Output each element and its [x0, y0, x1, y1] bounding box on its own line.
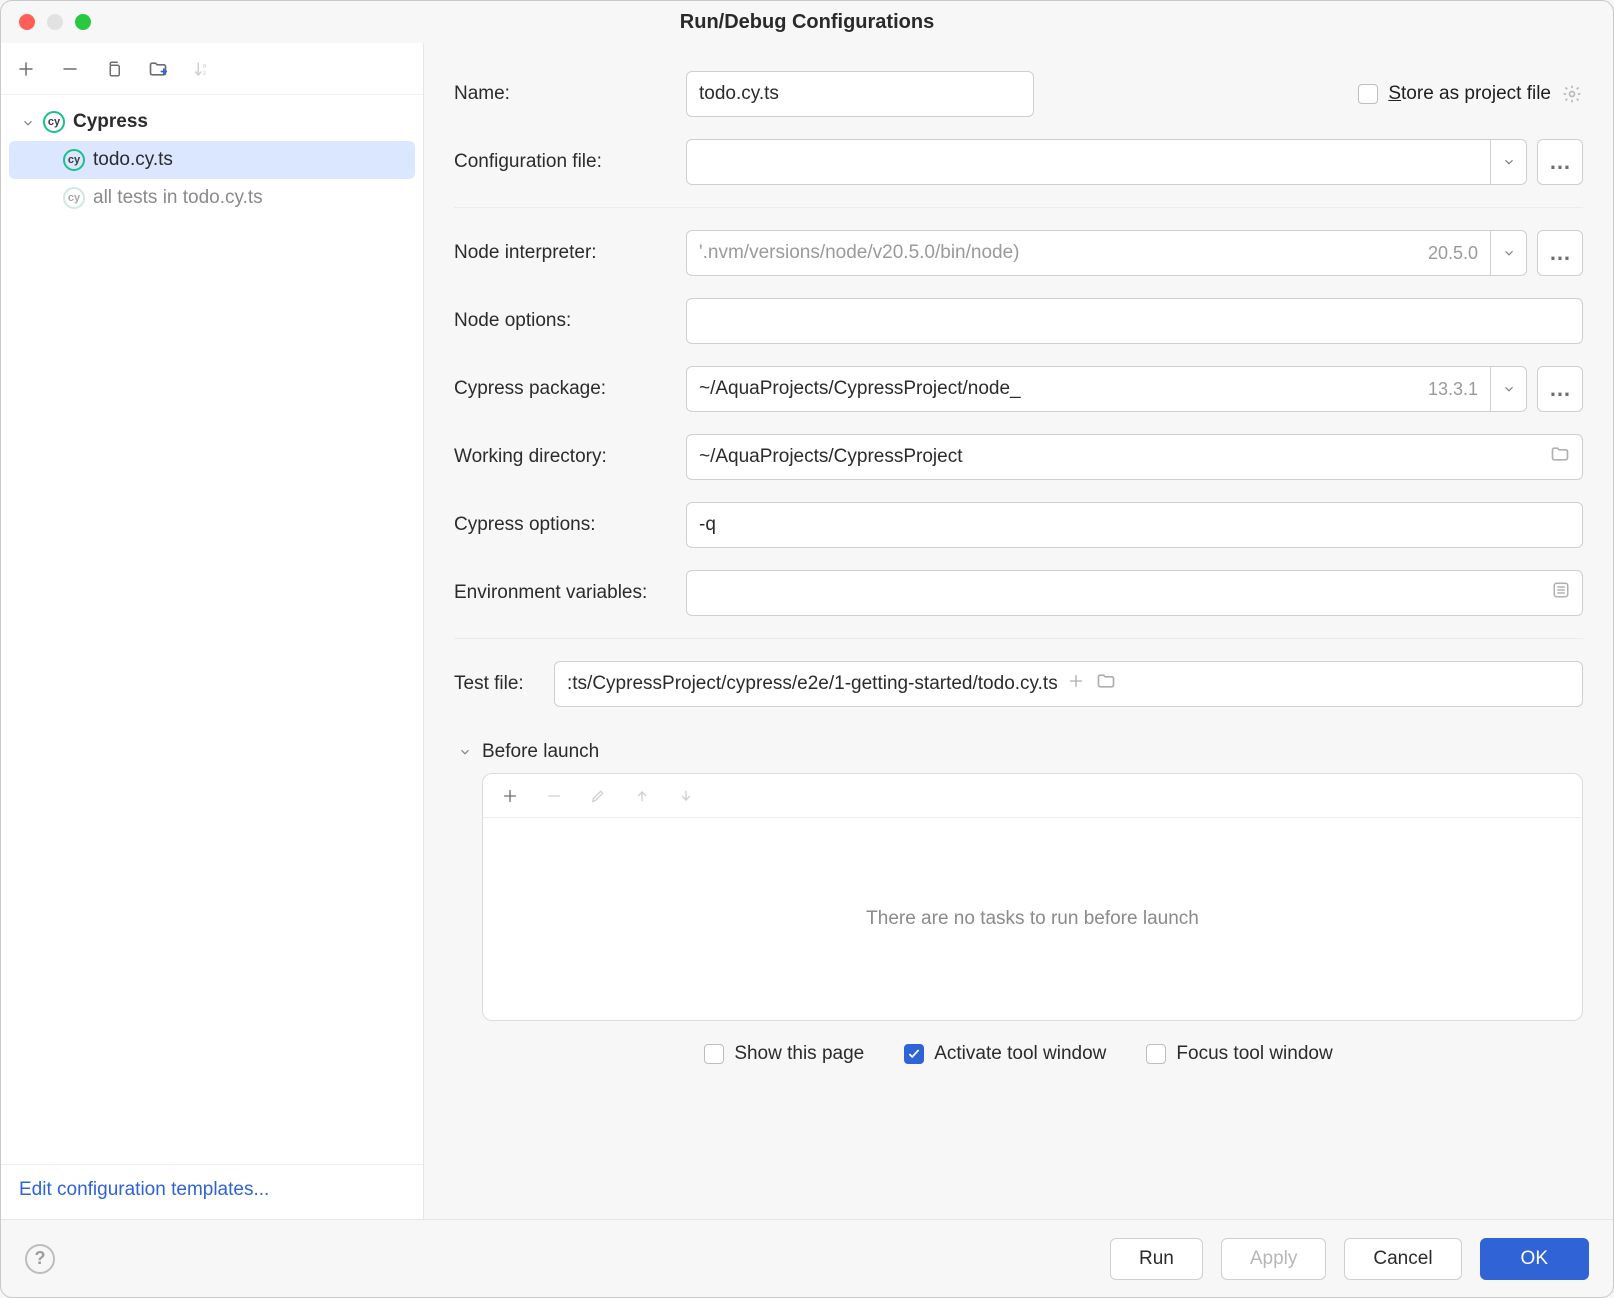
cypress-package-select[interactable]: ~/AquaProjects/CypressProject/node_ 13.3…	[686, 366, 1491, 412]
before-launch-add-button[interactable]	[499, 785, 521, 807]
activate-tool-window-label: Activate tool window	[934, 1043, 1106, 1065]
focus-tool-window-checkbox[interactable]	[1146, 1044, 1166, 1064]
test-file-input[interactable]: :ts/CypressProject/cypress/e2e/1-getting…	[554, 661, 1583, 707]
before-launch-empty-text: There are no tasks to run before launch	[483, 818, 1582, 1020]
cypress-icon: cy	[43, 111, 65, 133]
activate-tool-window-checkbox[interactable]	[904, 1044, 924, 1064]
cypress-package-value: ~/AquaProjects/CypressProject/node_	[699, 378, 1416, 400]
plus-icon[interactable]	[1068, 673, 1084, 695]
svg-text:a: a	[203, 62, 207, 69]
before-launch-label: Before launch	[482, 741, 599, 763]
folder-icon[interactable]	[1550, 444, 1570, 470]
node-interpreter-version: 20.5.0	[1416, 243, 1478, 264]
node-interpreter-select[interactable]: '.nvm/versions/node/v20.5.0/bin/node) 20…	[686, 230, 1491, 276]
node-options-label: Node options:	[454, 310, 686, 332]
working-directory-value: ~/AquaProjects/CypressProject	[699, 446, 962, 468]
apply-button[interactable]: Apply	[1221, 1238, 1327, 1280]
cypress-package-dropdown-button[interactable]	[1491, 366, 1527, 412]
before-launch-up-button[interactable]	[631, 785, 653, 807]
before-launch-down-button[interactable]	[675, 785, 697, 807]
cypress-package-version: 13.3.1	[1416, 379, 1478, 400]
chevron-down-icon	[21, 114, 37, 130]
folder-icon[interactable]	[1096, 671, 1116, 697]
tree-label: todo.cy.ts	[93, 149, 173, 171]
divider	[454, 638, 1583, 639]
env-vars-label: Environment variables:	[454, 582, 686, 604]
config-tree[interactable]: cy Cypress cy todo.cy.ts cy all tests in…	[1, 95, 423, 1164]
test-file-label: Test file:	[454, 673, 554, 695]
cypress-package-label: Cypress package:	[454, 378, 686, 400]
config-file-input[interactable]	[686, 139, 1491, 185]
tree-label: all tests in todo.cy.ts	[93, 187, 263, 209]
cypress-options-label: Cypress options:	[454, 514, 686, 536]
env-vars-input[interactable]	[686, 570, 1583, 616]
test-file-value: :ts/CypressProject/cypress/e2e/1-getting…	[567, 673, 1058, 695]
remove-config-button[interactable]	[59, 58, 81, 80]
add-config-button[interactable]	[15, 58, 37, 80]
before-launch-remove-button[interactable]	[543, 785, 565, 807]
show-this-page-option[interactable]: Show this page	[704, 1043, 864, 1065]
config-file-label: Configuration file:	[454, 151, 686, 173]
config-file-dropdown-button[interactable]	[1491, 139, 1527, 185]
show-this-page-label: Show this page	[734, 1043, 864, 1065]
show-this-page-checkbox[interactable]	[704, 1044, 724, 1064]
focus-tool-window-option[interactable]: Focus tool window	[1146, 1043, 1332, 1065]
cypress-icon: cy	[63, 149, 85, 171]
cypress-options-input[interactable]: -q	[686, 502, 1583, 548]
cypress-icon: cy	[63, 187, 85, 209]
ok-button[interactable]: OK	[1480, 1238, 1589, 1280]
store-as-project-checkbox[interactable]	[1358, 84, 1378, 104]
tree-node-todo[interactable]: cy todo.cy.ts	[9, 141, 415, 179]
tree-node-alltests[interactable]: cy all tests in todo.cy.ts	[1, 179, 423, 217]
tree-label: Cypress	[73, 111, 148, 133]
working-directory-input[interactable]: ~/AquaProjects/CypressProject	[686, 434, 1583, 480]
node-options-input[interactable]	[686, 298, 1583, 344]
focus-tool-window-label: Focus tool window	[1176, 1043, 1332, 1065]
tree-node-cypress[interactable]: cy Cypress	[1, 103, 423, 141]
name-input[interactable]: todo.cy.ts	[686, 71, 1034, 117]
cancel-button[interactable]: Cancel	[1344, 1238, 1461, 1280]
store-as-project-label: Store as project file	[1388, 83, 1551, 105]
name-label: Name:	[454, 83, 686, 105]
gear-icon[interactable]	[1561, 83, 1583, 105]
list-icon[interactable]	[1552, 581, 1570, 605]
node-interpreter-label: Node interpreter:	[454, 242, 686, 264]
divider	[454, 207, 1583, 208]
edit-templates-link[interactable]: Edit configuration templates...	[19, 1179, 269, 1200]
working-directory-label: Working directory:	[454, 446, 686, 468]
sort-button[interactable]: az	[191, 58, 213, 80]
before-launch-header[interactable]: Before launch	[458, 741, 1583, 763]
new-folder-button[interactable]	[147, 58, 169, 80]
config-file-browse-button[interactable]: …	[1537, 139, 1583, 185]
before-launch-panel: There are no tasks to run before launch	[482, 773, 1583, 1021]
window-title: Run/Debug Configurations	[1, 11, 1613, 34]
activate-tool-window-option[interactable]: Activate tool window	[904, 1043, 1106, 1065]
node-interpreter-browse-button[interactable]: …	[1537, 230, 1583, 276]
help-button[interactable]: ?	[25, 1244, 55, 1274]
node-interpreter-value: '.nvm/versions/node/v20.5.0/bin/node)	[699, 242, 1416, 264]
svg-text:z: z	[203, 70, 207, 77]
run-button[interactable]: Run	[1110, 1238, 1203, 1280]
copy-config-button[interactable]	[103, 58, 125, 80]
before-launch-edit-button[interactable]	[587, 785, 609, 807]
node-interpreter-dropdown-button[interactable]	[1491, 230, 1527, 276]
cypress-package-browse-button[interactable]: …	[1537, 366, 1583, 412]
sidebar: az cy Cypress cy todo.cy.ts cy all te	[1, 43, 424, 1219]
